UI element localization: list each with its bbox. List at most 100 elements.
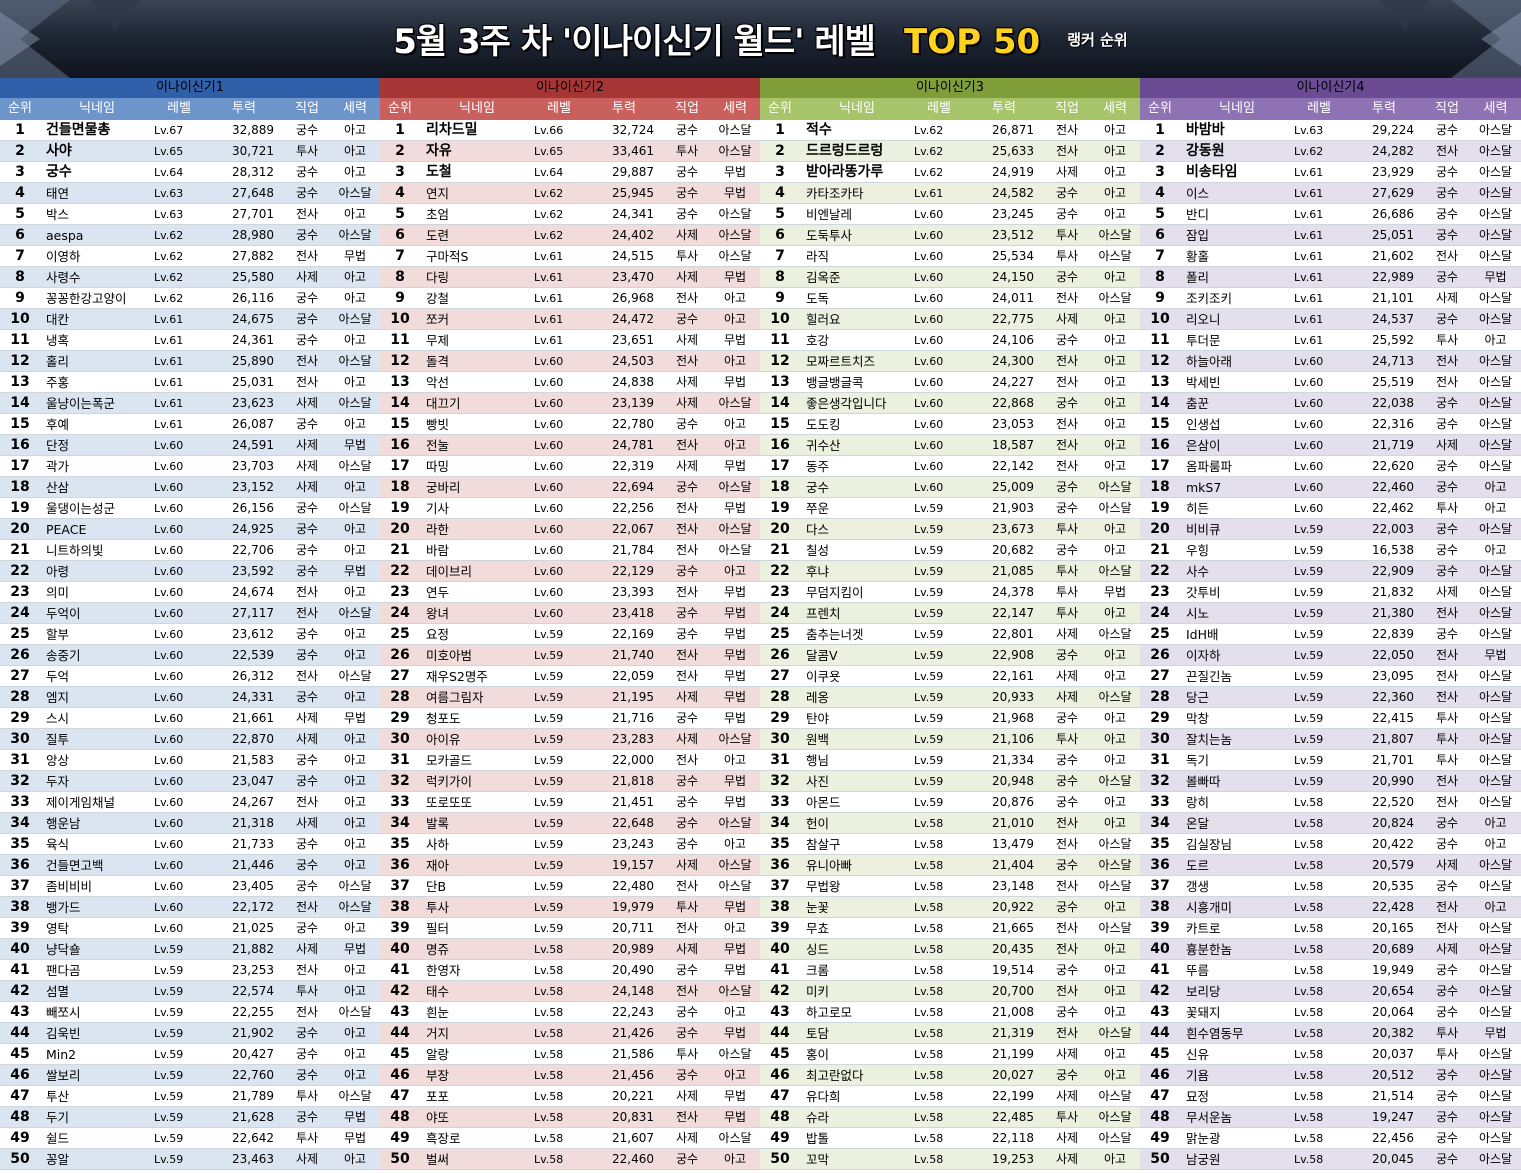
table-row: 45 홍이 Lv.58 21,199 사제 아고 (760, 1044, 1140, 1065)
class-cell: 전사 (295, 669, 319, 683)
faction-cell: 무법 (723, 1026, 747, 1040)
column-header-class: 직업 (295, 101, 319, 116)
class-cell: 궁수 (1055, 186, 1079, 200)
column-header-class: 직업 (1435, 101, 1459, 116)
class-cell: 전사 (1055, 123, 1079, 137)
faction-cell: 아스달 (1478, 879, 1513, 893)
class-cell: 궁수 (295, 501, 319, 515)
faction-cell: 무법 (723, 627, 747, 641)
class-cell: 궁수 (295, 522, 319, 536)
class-cell: 전사 (295, 963, 319, 977)
class-cell: 투사 (1435, 1047, 1459, 1061)
faction-cell: 아스달 (1478, 606, 1513, 620)
nickname-cell: 돌격 (426, 354, 450, 369)
rank-cell: 24 (770, 605, 790, 621)
class-cell: 궁수 (1055, 543, 1079, 557)
class-cell: 궁수 (295, 291, 319, 305)
faction-cell: 무법 (723, 333, 747, 347)
faction-cell: 아고 (1103, 753, 1127, 767)
level-cell: Lv.61 (154, 418, 184, 431)
level-cell: Lv.60 (154, 544, 184, 557)
faction-cell: 아스달 (718, 228, 752, 242)
nickname-cell: 데이브리 (426, 564, 473, 579)
faction-cell: 아고 (343, 648, 367, 662)
faction-cell: 아스달 (1478, 522, 1513, 536)
faction-cell: 아고 (1103, 963, 1127, 977)
rank-cell: 45 (770, 1046, 790, 1062)
nickname-cell: 바람 (426, 543, 450, 558)
rank-cell: 35 (770, 836, 790, 852)
level-cell: Lv.59 (534, 691, 564, 704)
nickname-cell: 냉혹 (46, 333, 70, 348)
table-row: 33 또로또또 Lv.59 21,451 궁수 무법 (380, 792, 760, 813)
world-title: 이나이신기3 (760, 78, 1140, 98)
nickname-cell: 궁수 (46, 164, 72, 180)
faction-cell: 아스달 (338, 1005, 372, 1019)
table-row: 45 Min2 Lv.59 20,427 궁수 아고 (0, 1044, 380, 1065)
level-cell: Lv.58 (1294, 985, 1324, 998)
faction-cell: 아스달 (1478, 711, 1513, 725)
rank-cell: 8 (395, 269, 405, 285)
power-cell: 24,591 (232, 438, 274, 452)
class-cell: 궁수 (1435, 963, 1459, 977)
level-cell: Lv.59 (1294, 628, 1324, 641)
class-cell: 궁수 (1055, 753, 1079, 767)
power-cell: 23,470 (612, 270, 654, 284)
rank-cell: 11 (10, 332, 30, 348)
table-row: 19 울댕이는성군 Lv.60 26,156 궁수 아스달 (0, 498, 380, 519)
class-cell: 전사 (1435, 144, 1459, 158)
power-cell: 21,665 (992, 921, 1034, 935)
nickname-cell: 한영자 (426, 963, 461, 978)
table-row: 43 빼쪼시 Lv.59 22,255 전사 아스달 (0, 1002, 380, 1023)
class-cell: 투사 (295, 144, 319, 158)
power-cell: 26,968 (612, 291, 654, 305)
power-cell: 22,067 (612, 522, 654, 536)
power-cell: 23,393 (612, 585, 654, 599)
nickname-cell: 송중기 (46, 648, 81, 663)
table-row: 28 엠지 Lv.60 24,331 궁수 아고 (0, 687, 380, 708)
level-cell: Lv.67 (154, 124, 184, 137)
nickname-cell: 투사 (426, 900, 450, 915)
class-cell: 전사 (1055, 291, 1079, 305)
class-cell: 궁수 (1055, 270, 1079, 284)
class-cell: 전사 (295, 354, 319, 368)
rank-cell: 32 (1150, 773, 1170, 789)
power-cell: 22,694 (612, 480, 654, 494)
nickname-cell: 울댕이는성군 (46, 501, 116, 516)
class-cell: 궁수 (1435, 816, 1459, 830)
faction-cell: 아고 (343, 690, 367, 704)
nickname-cell: 스시 (46, 711, 70, 726)
faction-cell: 무법 (723, 669, 747, 683)
table-row: 47 묘정 Lv.58 21,514 궁수 아스달 (1140, 1086, 1521, 1107)
class-cell: 전사 (295, 606, 319, 620)
nickname-cell: 히든 (1186, 501, 1210, 516)
level-cell: Lv.60 (1294, 439, 1324, 452)
level-cell: Lv.60 (1294, 376, 1324, 389)
level-cell: Lv.60 (154, 670, 184, 683)
nickname-cell: 이영하 (46, 249, 81, 264)
table-row: 46 기욤 Lv.58 20,512 궁수 아스달 (1140, 1065, 1521, 1086)
class-cell: 궁수 (675, 207, 699, 221)
nickname-cell: mkS7 (1186, 480, 1222, 495)
power-cell: 24,515 (612, 249, 654, 263)
table-row: 18 궁수 Lv.60 25,009 궁수 아스달 (760, 477, 1140, 498)
power-cell: 24,713 (1372, 354, 1414, 368)
level-cell: Lv.60 (154, 649, 184, 662)
rank-cell: 28 (1150, 689, 1170, 705)
rank-cell: 30 (1150, 731, 1170, 747)
faction-cell: 아스달 (1098, 291, 1132, 305)
level-cell: Lv.58 (534, 985, 564, 998)
table-row: 27 재우S2명주 Lv.59 22,059 전사 무법 (380, 666, 760, 687)
level-cell: Lv.61 (1294, 292, 1324, 305)
class-cell: 사제 (675, 333, 699, 347)
nickname-cell: 잘치는놈 (1186, 732, 1233, 747)
rank-cell: 6 (15, 227, 25, 243)
nickname-cell: 드르렁드르렁 (806, 143, 884, 159)
faction-cell: 무법 (723, 774, 747, 788)
class-cell: 사제 (1055, 1131, 1079, 1145)
rank-cell: 43 (1150, 1004, 1170, 1020)
rank-cell: 23 (1150, 584, 1170, 600)
rank-cell: 13 (10, 374, 30, 390)
class-cell: 궁수 (1435, 228, 1459, 242)
faction-cell: 아고 (343, 858, 367, 872)
